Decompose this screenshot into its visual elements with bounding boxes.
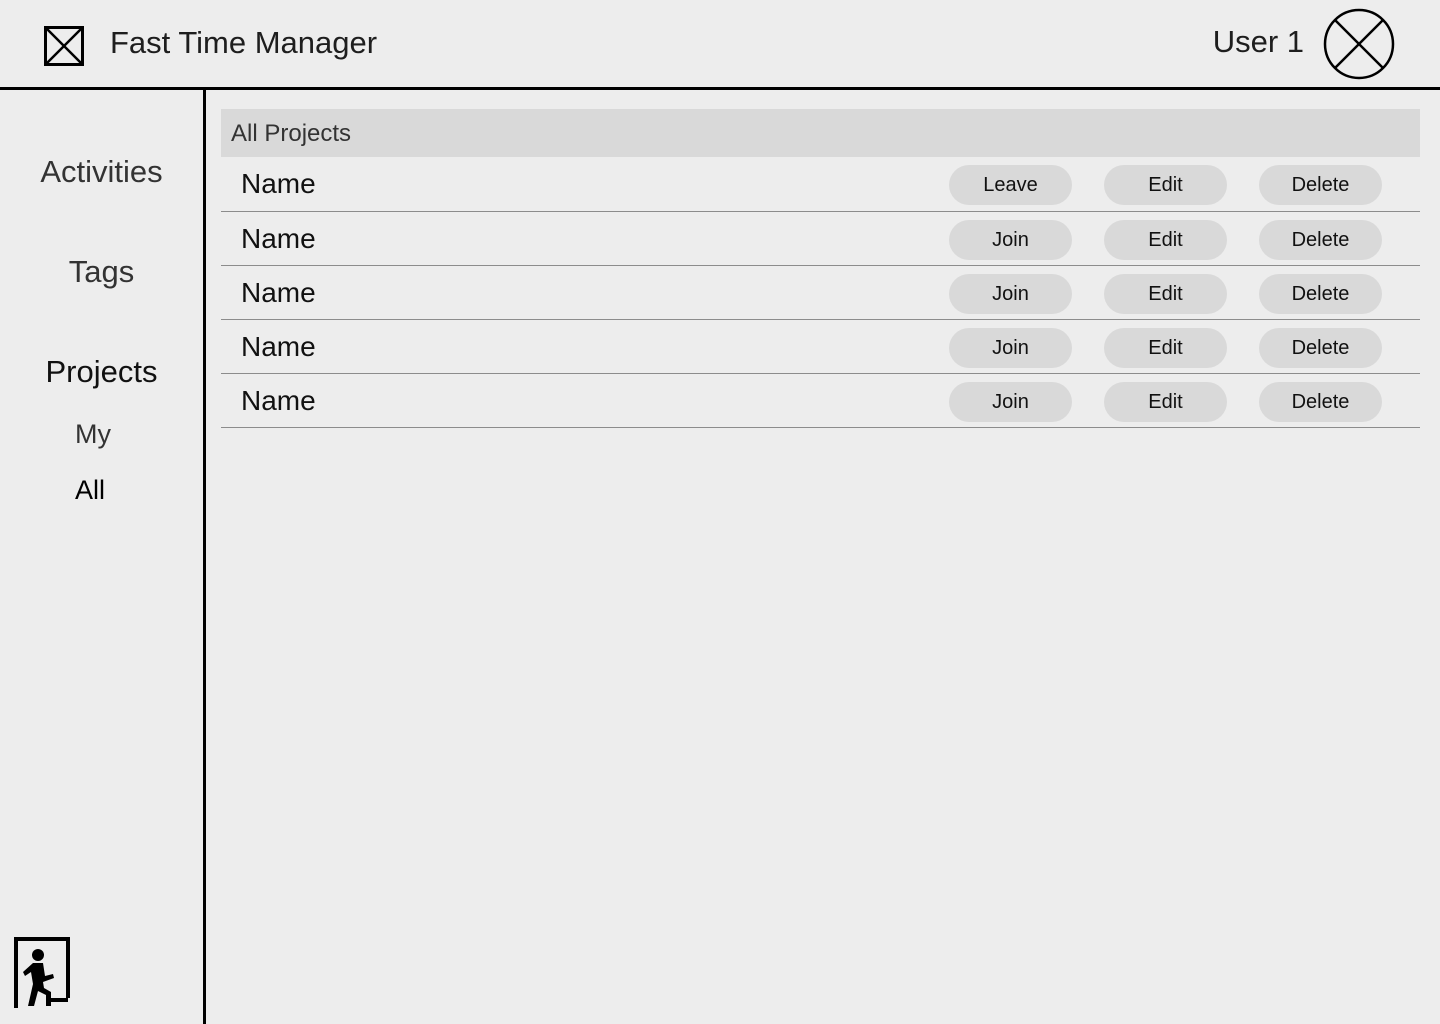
sidebar-item-activities[interactable]: Activities: [0, 154, 203, 190]
edit-project-button[interactable]: Edit: [1104, 274, 1227, 314]
app-title: Fast Time Manager: [110, 25, 378, 60]
sidebar: Activities Tags Projects My All: [0, 90, 206, 1024]
section-title: All Projects: [231, 120, 352, 147]
exit-door-icon[interactable]: [13, 936, 71, 1010]
delete-project-button[interactable]: Delete: [1259, 382, 1382, 422]
sidebar-subitem-my-projects[interactable]: My: [0, 419, 186, 450]
delete-project-button[interactable]: Delete: [1259, 274, 1382, 314]
delete-project-button[interactable]: Delete: [1259, 328, 1382, 368]
project-name: Name: [241, 223, 316, 254]
edit-project-button[interactable]: Edit: [1104, 220, 1227, 260]
edit-project-button[interactable]: Edit: [1104, 328, 1227, 368]
project-name: Name: [241, 385, 316, 416]
sidebar-item-projects[interactable]: Projects: [0, 354, 203, 390]
section-header: All Projects: [221, 109, 1420, 157]
project-row: Name Join Edit Delete: [221, 212, 1420, 266]
sidebar-subitem-all-projects[interactable]: All: [0, 475, 180, 506]
join-project-button[interactable]: Join: [949, 382, 1072, 422]
join-project-button[interactable]: Join: [949, 328, 1072, 368]
projects-panel: All Projects Name Leave Edit Delete Name…: [221, 109, 1420, 428]
app-window: Fast Time Manager User 1 Activities Tags…: [0, 0, 1440, 1024]
avatar-placeholder-icon[interactable]: [1323, 8, 1395, 80]
delete-project-button[interactable]: Delete: [1259, 165, 1382, 205]
edit-project-button[interactable]: Edit: [1104, 165, 1227, 205]
join-project-button[interactable]: Join: [949, 274, 1072, 314]
edit-project-button[interactable]: Edit: [1104, 382, 1227, 422]
project-name: Name: [241, 168, 316, 199]
project-name: Name: [241, 331, 316, 362]
top-bar: Fast Time Manager User 1: [0, 0, 1440, 90]
image-placeholder-icon: [44, 26, 84, 66]
leave-project-button[interactable]: Leave: [949, 165, 1072, 205]
delete-project-button[interactable]: Delete: [1259, 220, 1382, 260]
project-row: Name Leave Edit Delete: [221, 157, 1420, 212]
project-row: Name Join Edit Delete: [221, 374, 1420, 428]
project-row: Name Join Edit Delete: [221, 266, 1420, 320]
project-name: Name: [241, 277, 316, 308]
join-project-button[interactable]: Join: [949, 220, 1072, 260]
project-row: Name Join Edit Delete: [221, 320, 1420, 374]
sidebar-item-tags[interactable]: Tags: [0, 254, 203, 290]
user-name[interactable]: User 1: [1213, 24, 1304, 60]
